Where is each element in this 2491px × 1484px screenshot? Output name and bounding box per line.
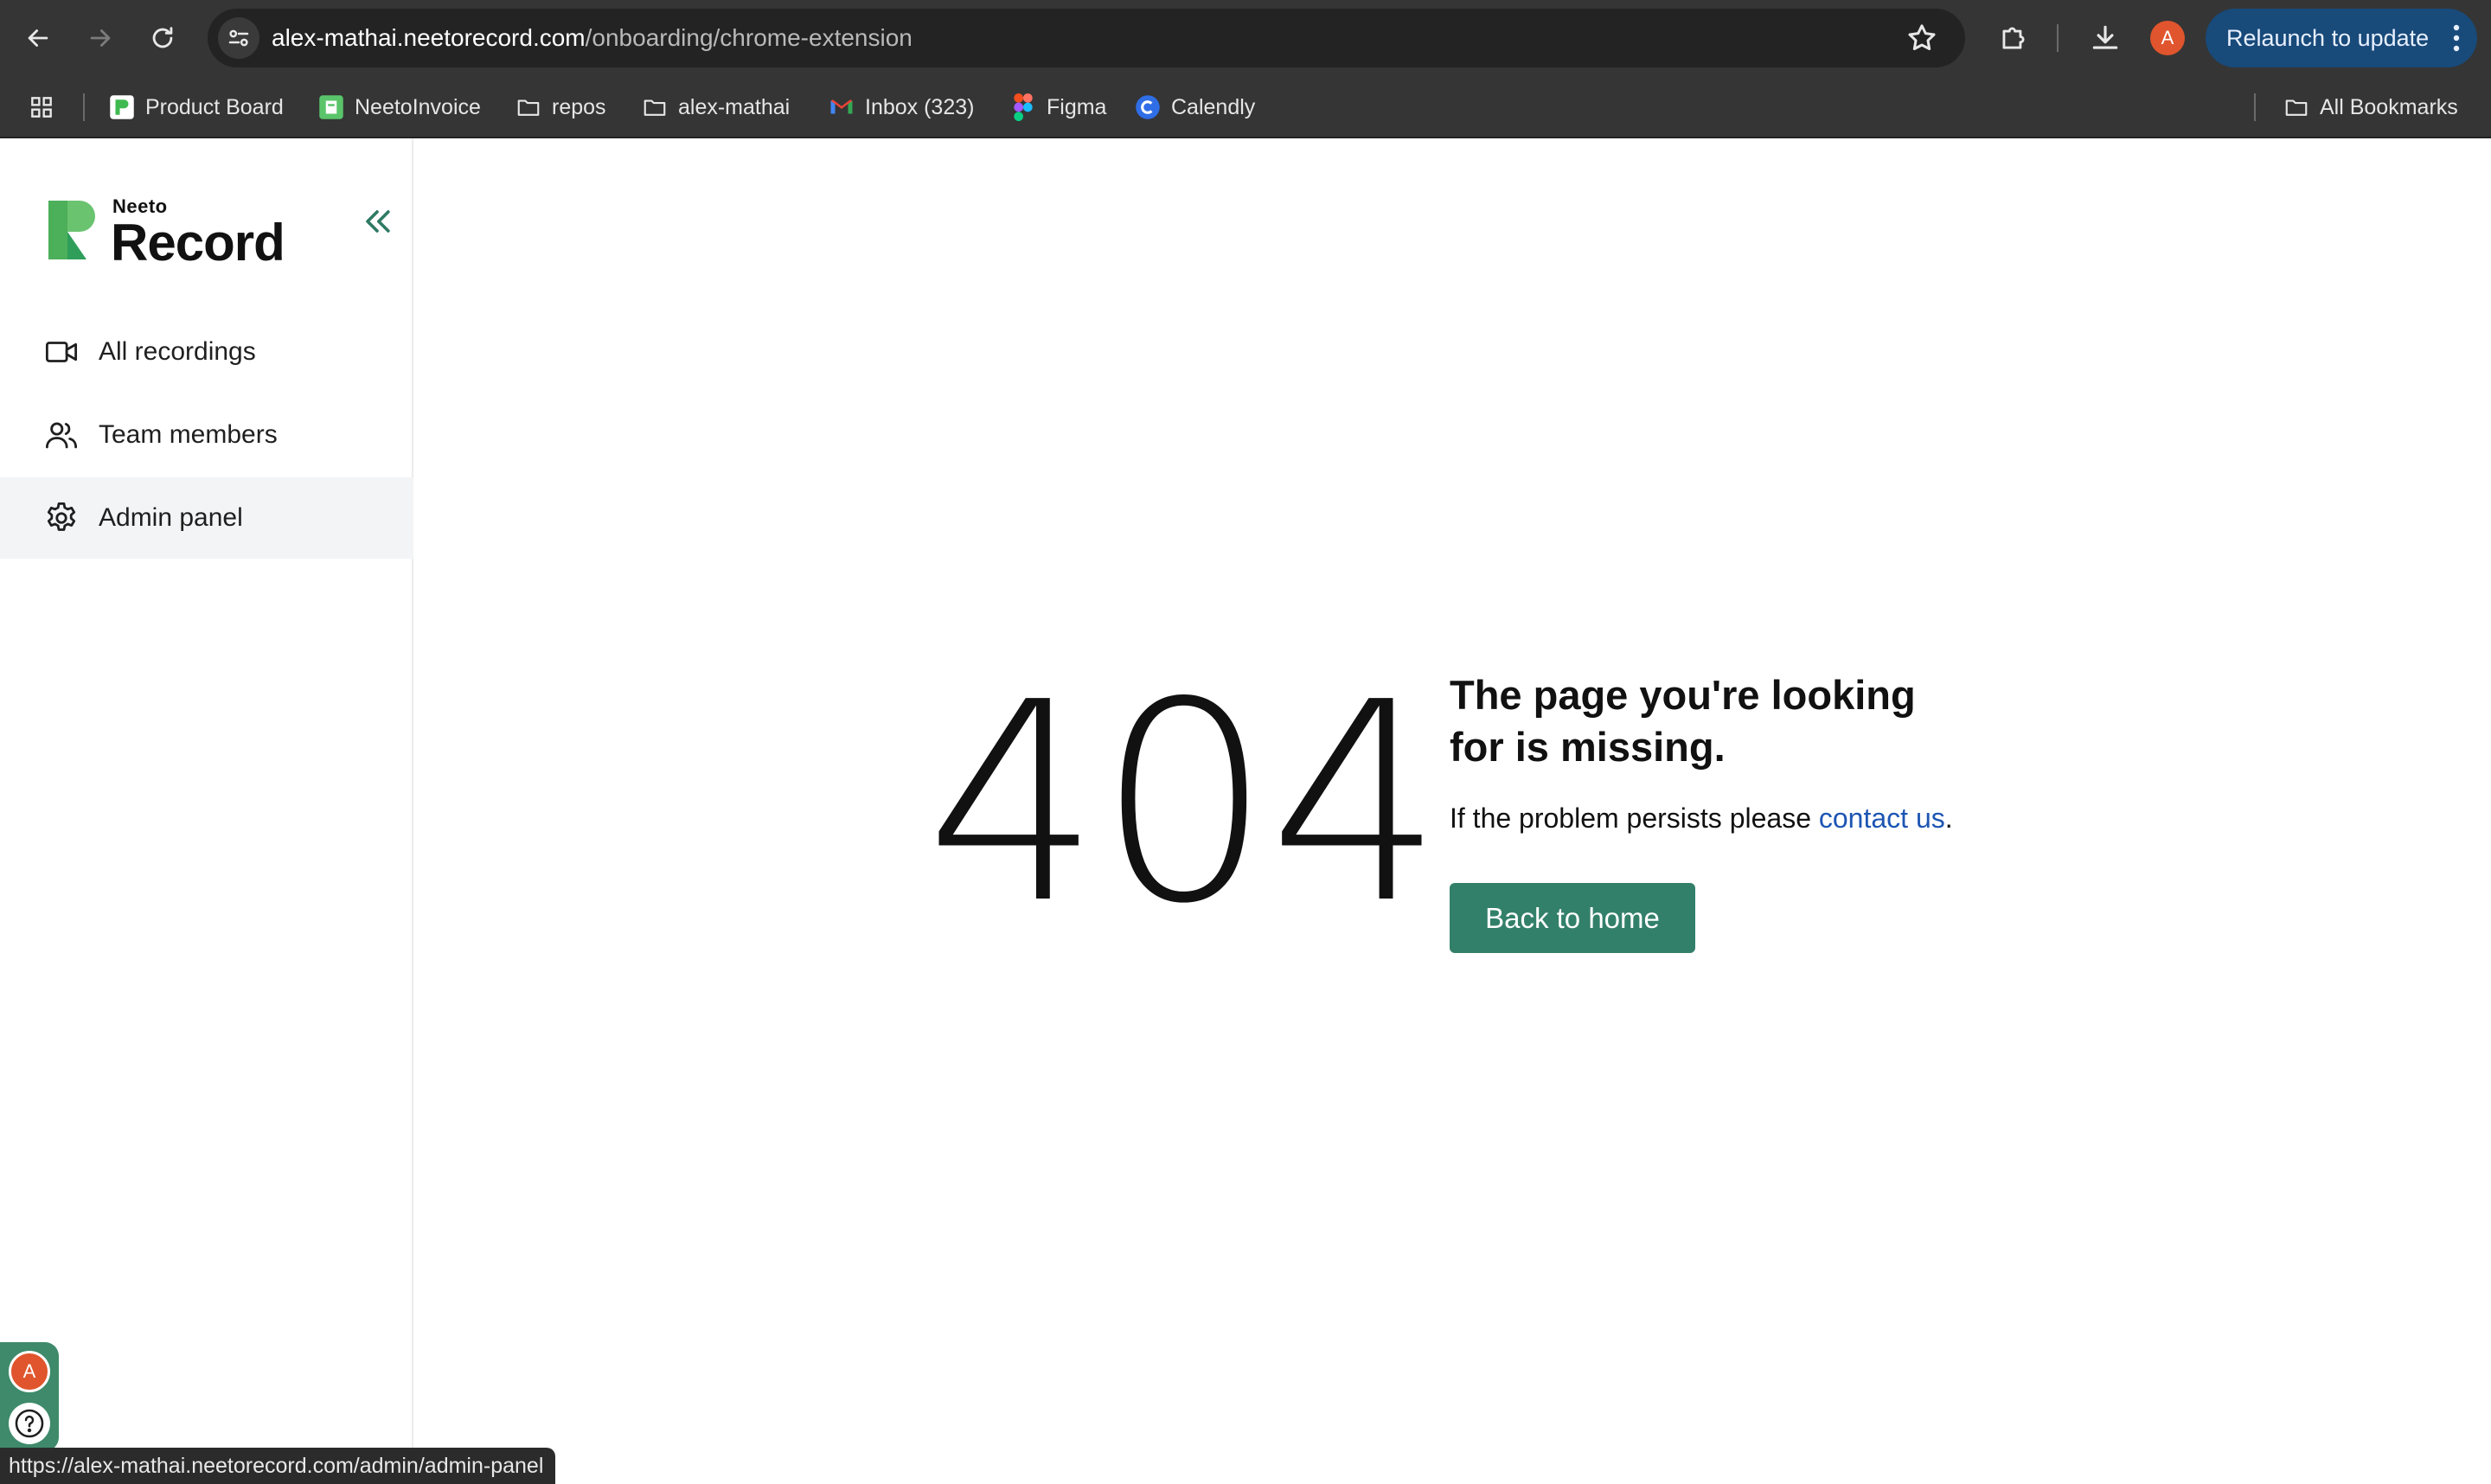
sidebar-item-label: Admin panel (99, 503, 243, 532)
sidebar: Neeto Record All recordings Team members… (0, 138, 413, 1484)
apps-button[interactable] (28, 76, 55, 138)
bookmark-figma[interactable]: Figma (1010, 76, 1106, 138)
gear-icon (47, 502, 76, 531)
reload-icon (152, 27, 173, 48)
url-text: alex-mathai.neetorecord.com/onboarding/c… (272, 9, 913, 67)
folder-icon (515, 94, 541, 120)
users-icon (45, 422, 78, 449)
relaunch-button[interactable]: Relaunch to update (2206, 9, 2477, 67)
extensions-button[interactable] (1995, 19, 2033, 57)
folder-icon (642, 94, 668, 120)
folder-icon (2283, 94, 2309, 120)
bookmark-inbox[interactable]: Inbox (323) (829, 76, 974, 138)
error-code: 404 (925, 643, 1444, 963)
bookmark-star-icon[interactable] (1905, 21, 1939, 55)
address-bar[interactable]: alex-mathai.neetorecord.com/onboarding/c… (208, 9, 1965, 67)
all-bookmarks-label: All Bookmarks (2320, 94, 2458, 119)
bookmark-product-board[interactable]: Product Board (109, 76, 284, 138)
downloads-button[interactable] (2086, 19, 2124, 57)
profile-avatar[interactable]: A (2150, 21, 2185, 55)
help-icon (15, 1409, 44, 1438)
bookmark-alex-mathai[interactable]: alex-mathai (642, 76, 790, 138)
bookmarks-divider (2254, 93, 2256, 121)
neeto-logo-icon (48, 201, 95, 259)
help-button[interactable] (9, 1403, 50, 1444)
calendly-icon (1135, 94, 1161, 120)
user-avatar[interactable]: A (9, 1351, 50, 1392)
error-title: The page you're looking for is missing. (1450, 672, 1916, 770)
productboard-icon (109, 94, 135, 120)
sidebar-item-all-recordings[interactable]: All recordings (0, 311, 413, 393)
bookmark-label: Product Board (145, 94, 284, 119)
error-message: If the problem persists please contact u… (1450, 803, 1953, 835)
error-message-prefix: If the problem persists please (1450, 803, 1819, 834)
contact-us-link[interactable]: contact us (1819, 803, 1945, 834)
sidebar-item-team-members[interactable]: Team members (0, 394, 413, 476)
error-message-suffix: . (1944, 803, 1953, 834)
apps-grid-icon (31, 97, 52, 118)
kebab-menu-icon[interactable] (2453, 24, 2460, 52)
collapse-sidebar-icon[interactable] (358, 202, 396, 240)
bookmark-calendly[interactable]: Calendly (1135, 76, 1255, 138)
arrow-left-icon (28, 29, 48, 47)
download-icon (2092, 25, 2118, 49)
bookmarks-divider (83, 93, 85, 121)
browser-toolbar: alex-mathai.neetorecord.com/onboarding/c… (0, 0, 2491, 76)
bookmarks-bar: Product Board NeetoInvoice repos alex-ma… (0, 76, 2491, 138)
sidebar-item-label: Team members (99, 420, 278, 449)
neeto-record-logo[interactable]: Neeto Record (48, 192, 308, 272)
bookmark-neetoinvoice[interactable]: NeetoInvoice (318, 76, 481, 138)
back-to-home-button[interactable]: Back to home (1450, 883, 1695, 953)
bookmark-repos[interactable]: repos (515, 76, 606, 138)
puzzle-icon (2002, 27, 2025, 49)
arrow-right-icon (90, 29, 111, 47)
logo-big-text: Record (111, 214, 285, 272)
bookmark-label: repos (552, 94, 606, 119)
video-camera-icon (45, 342, 78, 362)
sidebar-item-admin-panel[interactable]: Admin panel (0, 477, 413, 559)
status-bar-url: https://alex-mathai.neetorecord.com/admi… (0, 1448, 556, 1484)
bookmark-label: Figma (1047, 94, 1107, 119)
reload-button[interactable] (142, 17, 183, 59)
site-info-button[interactable] (218, 17, 259, 59)
back-nav-button[interactable] (17, 17, 59, 59)
toolbar-divider (2057, 24, 2059, 52)
all-bookmarks-button[interactable]: All Bookmarks (2283, 76, 2458, 138)
forward-nav-button[interactable] (80, 17, 121, 59)
tune-icon (228, 29, 249, 47)
neetoinvoice-icon (318, 94, 344, 120)
sidebar-item-label: All recordings (99, 337, 256, 366)
relaunch-label: Relaunch to update (2226, 24, 2430, 51)
bookmark-label: Inbox (323) (865, 94, 975, 119)
gmail-icon (829, 94, 855, 120)
bookmark-label: NeetoInvoice (355, 94, 481, 119)
bookmark-label: alex-mathai (678, 94, 791, 119)
figma-icon (1010, 93, 1036, 121)
url-host: alex-mathai.neetorecord.com (272, 24, 586, 51)
url-path: /onboarding/chrome-extension (585, 24, 913, 51)
floating-help-widget: A (0, 1342, 59, 1451)
bookmark-label: Calendly (1171, 94, 1256, 119)
